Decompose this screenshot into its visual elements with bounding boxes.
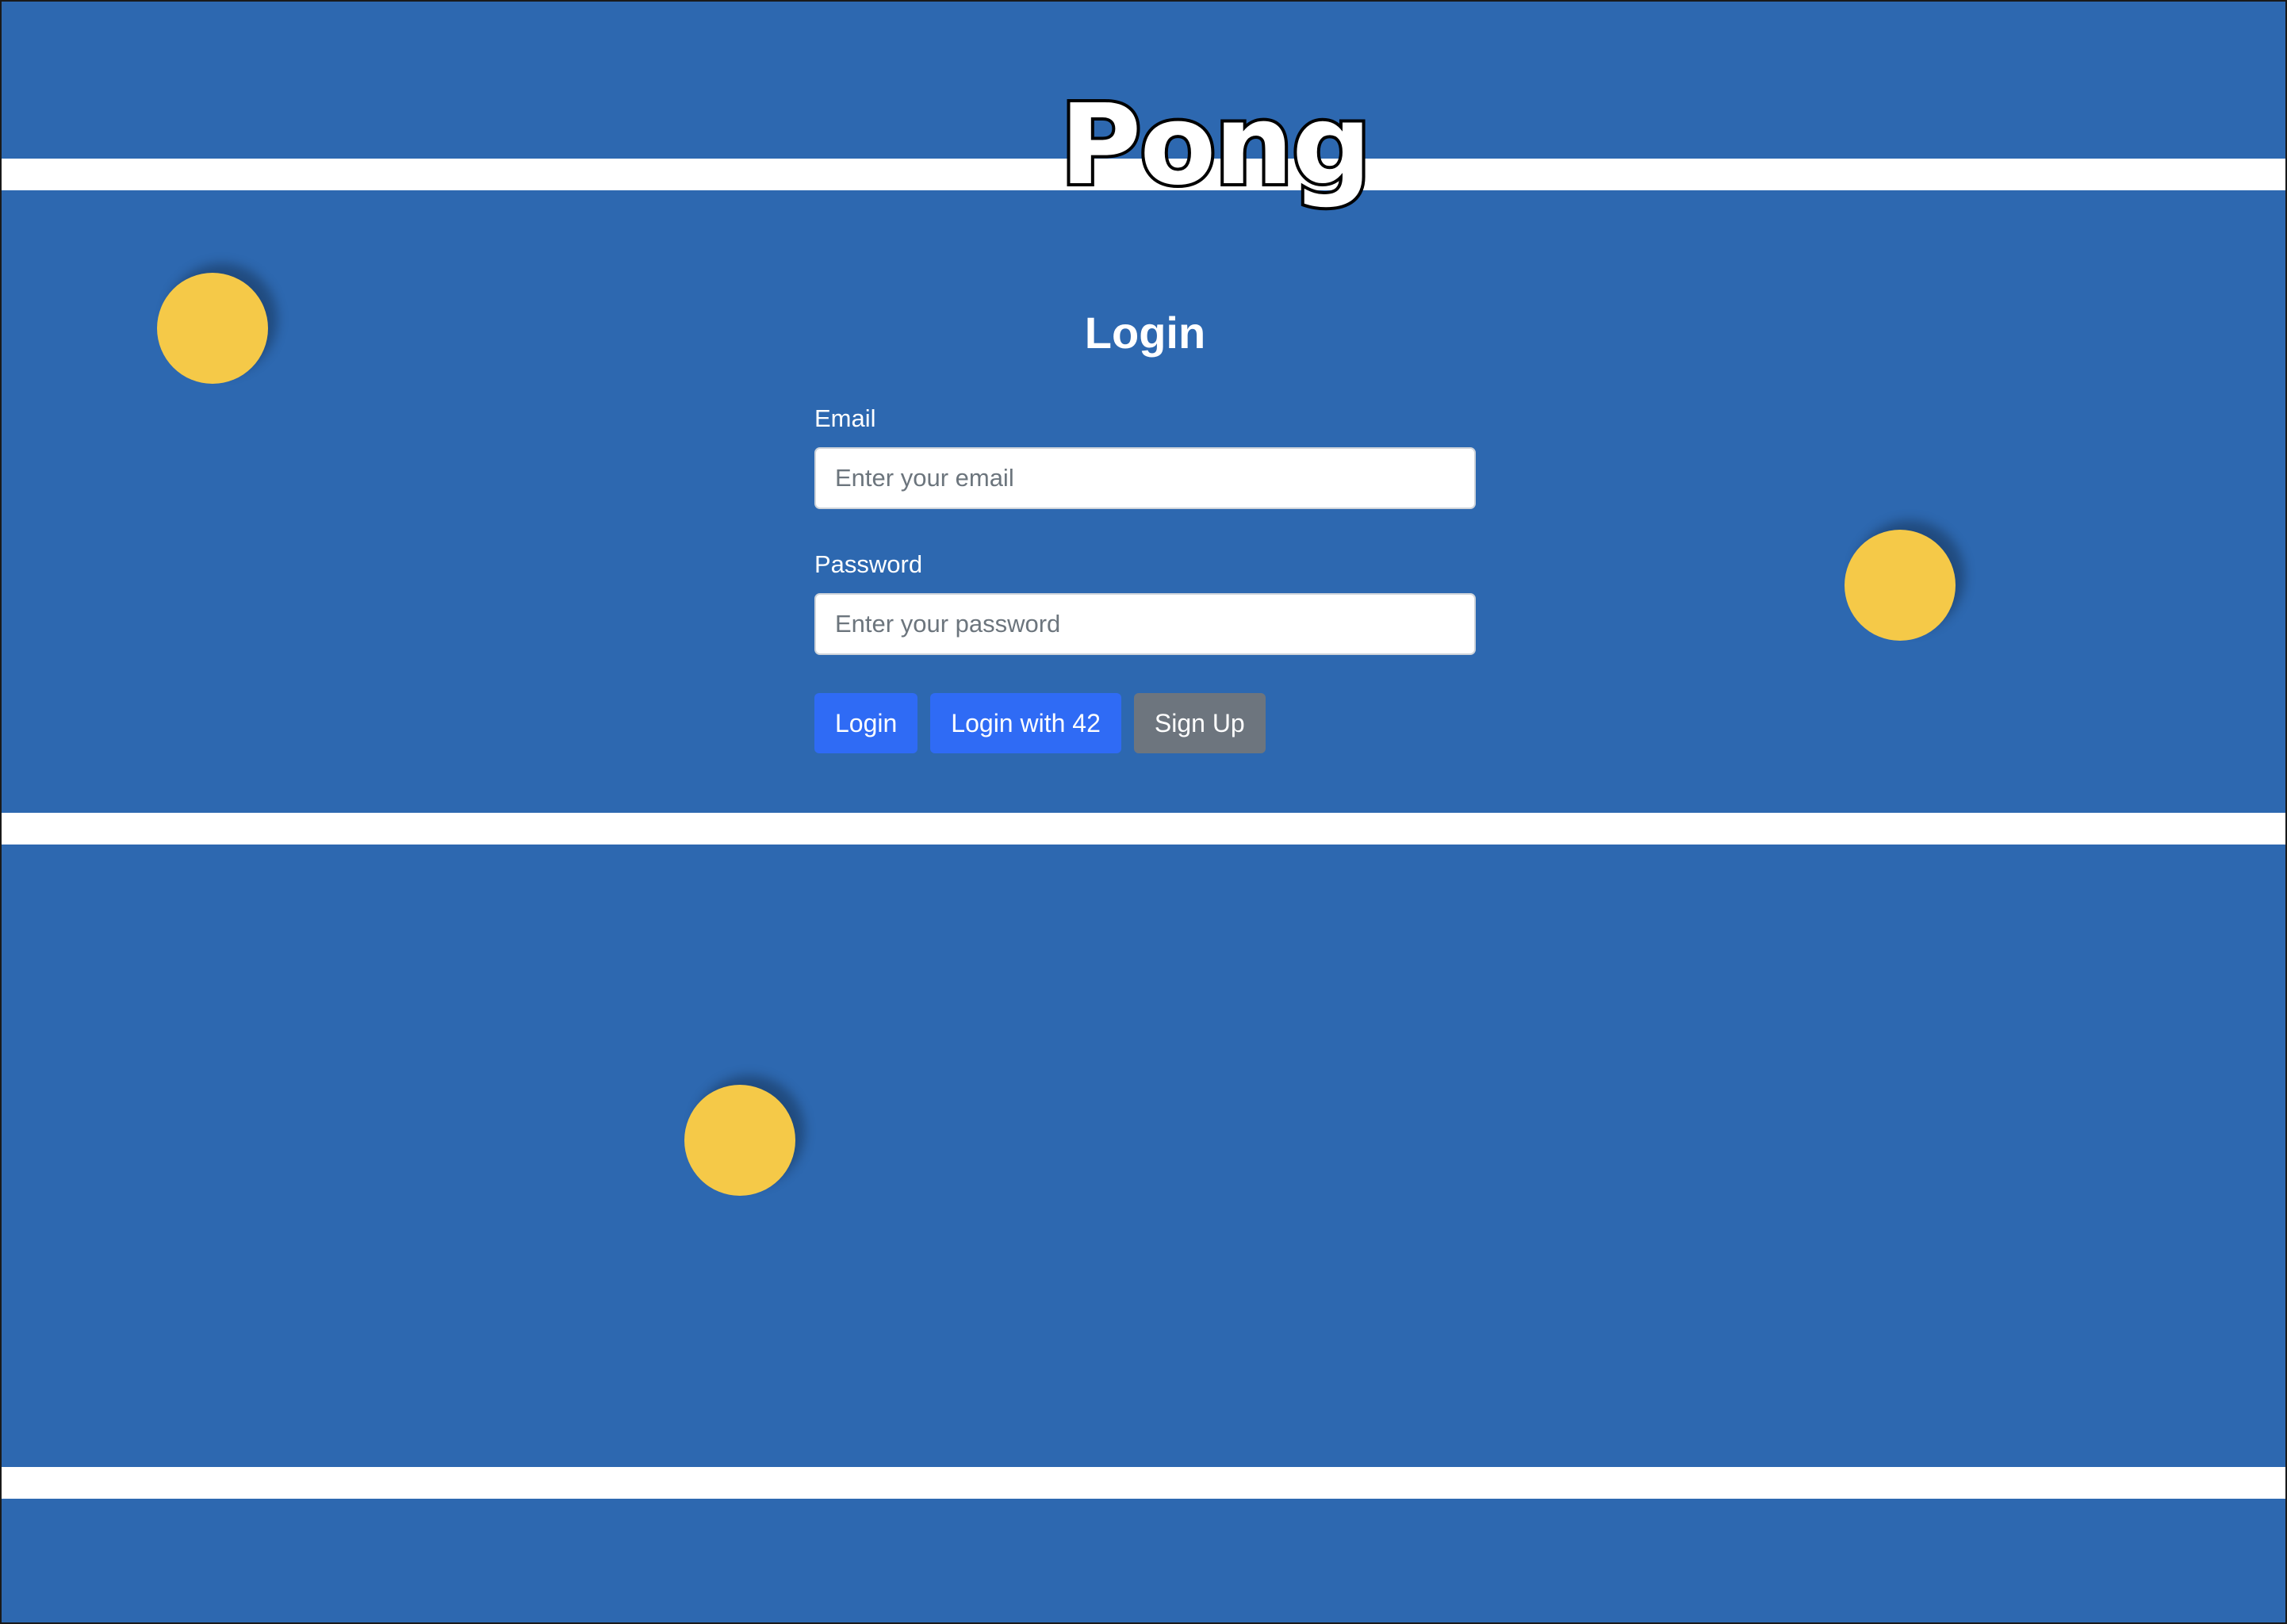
ping-pong-ball-icon <box>157 273 268 384</box>
app-title: Pong <box>1057 79 1375 213</box>
sign-up-button[interactable]: Sign Up <box>1133 693 1266 753</box>
login-with-42-button[interactable]: Login with 42 <box>930 693 1121 753</box>
login-form: Login Email Password Login Login with 42… <box>814 303 1476 753</box>
ping-pong-ball-icon <box>684 1085 795 1196</box>
password-label: Password <box>814 550 923 578</box>
pong-court-background: Pong Login Email Password Login Login wi… <box>0 0 2287 1624</box>
password-field-group: Password <box>814 549 1476 655</box>
court-line-middle <box>2 813 2285 845</box>
password-input[interactable] <box>814 593 1476 655</box>
email-label: Email <box>814 404 876 432</box>
login-button[interactable]: Login <box>814 693 918 753</box>
court-line-bottom <box>2 1467 2285 1499</box>
ping-pong-ball-icon <box>1845 530 1956 641</box>
email-field-group: Email <box>814 403 1476 509</box>
email-input[interactable] <box>814 447 1476 509</box>
login-actions: Login Login with 42 Sign Up <box>814 693 1476 753</box>
login-heading: Login <box>1084 308 1206 358</box>
